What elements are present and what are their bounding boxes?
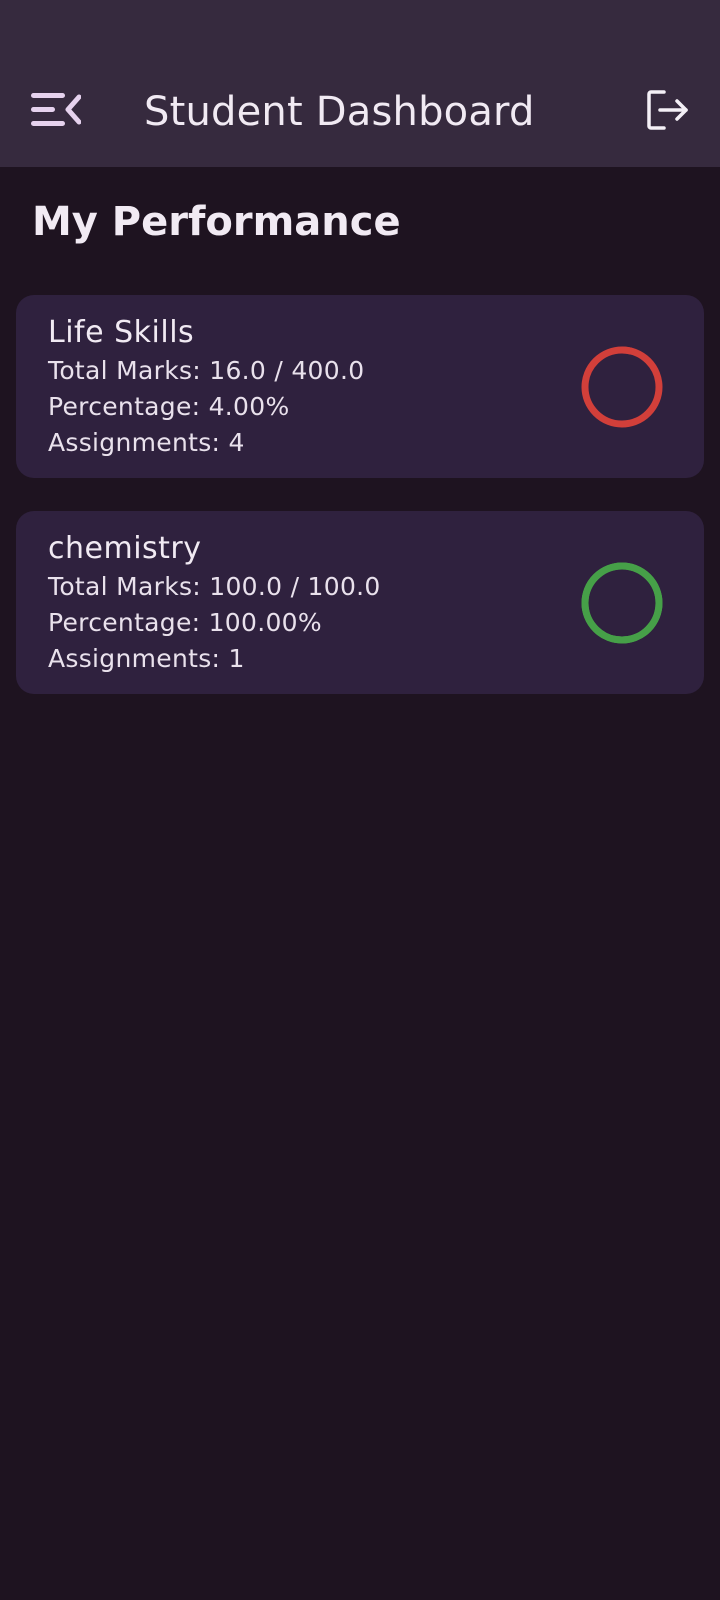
logout-icon bbox=[647, 90, 688, 130]
progress-ring bbox=[581, 562, 663, 644]
menu-collapse-icon bbox=[31, 93, 81, 126]
assignments-count: Assignments: 4 bbox=[48, 428, 245, 457]
course-details: chemistry Total Marks: 100.0 / 100.0 Per… bbox=[48, 529, 381, 677]
course-name: Life Skills bbox=[48, 315, 195, 350]
progress-ring bbox=[581, 346, 663, 428]
course-card[interactable]: Life Skills Total Marks: 16.0 / 400.0 Pe… bbox=[16, 295, 704, 478]
course-name: chemistry bbox=[48, 531, 202, 566]
percentage: Percentage: 4.00% bbox=[48, 392, 290, 421]
course-details: Life Skills Total Marks: 16.0 / 400.0 Pe… bbox=[48, 313, 364, 461]
course-card[interactable]: chemistry Total Marks: 100.0 / 100.0 Per… bbox=[16, 511, 704, 694]
menu-button[interactable] bbox=[24, 82, 88, 138]
logout-button[interactable] bbox=[636, 82, 700, 138]
assignments-count: Assignments: 1 bbox=[48, 644, 245, 673]
section-title: My Performance bbox=[32, 199, 401, 245]
total-marks: Total Marks: 100.0 / 100.0 bbox=[48, 572, 381, 601]
app-title: Student Dashboard bbox=[144, 89, 535, 135]
total-marks: Total Marks: 16.0 / 400.0 bbox=[48, 356, 365, 385]
app-root: Student Dashboard My Performance Life Sk… bbox=[0, 0, 720, 1600]
percentage: Percentage: 100.00% bbox=[48, 608, 322, 637]
progress-ring-fill bbox=[581, 562, 663, 644]
progress-ring-track bbox=[581, 346, 663, 428]
app-bar: Student Dashboard bbox=[0, 0, 720, 167]
